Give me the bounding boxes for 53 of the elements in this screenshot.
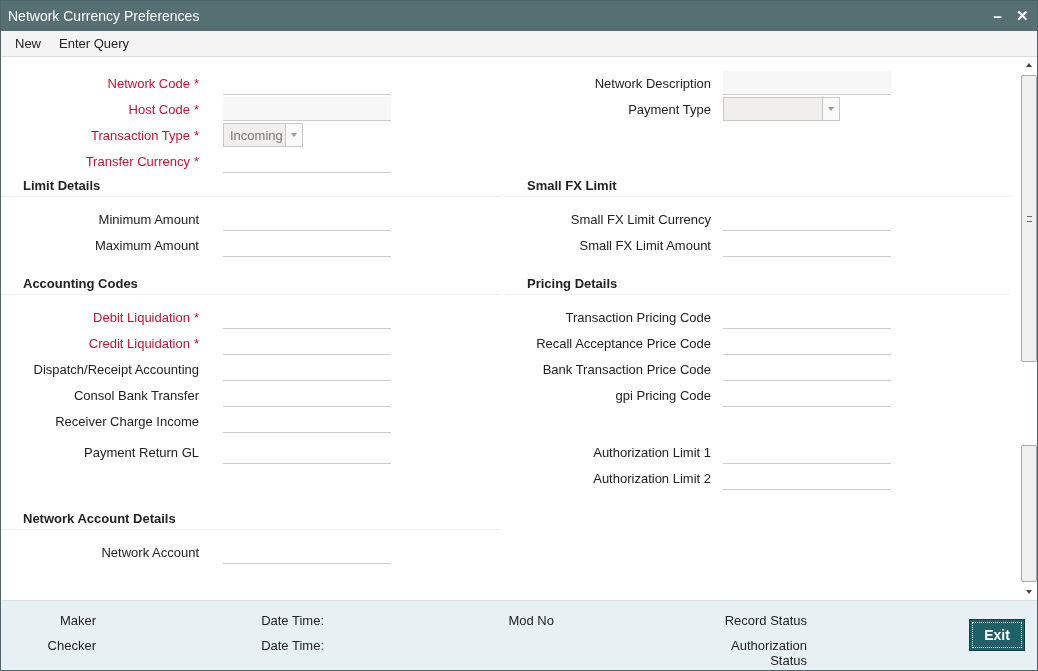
field-label: Host Code: [128, 101, 190, 117]
window-title: Network Currency Preferences: [8, 8, 200, 24]
dropdown[interactable]: [723, 97, 840, 121]
field-label: Bank Transaction Price Code: [542, 361, 711, 377]
field-label: Payment Type: [628, 101, 711, 117]
exit-button[interactable]: Exit: [969, 619, 1025, 651]
field-label: Debit Liquidation: [93, 309, 190, 325]
required-mark: *: [193, 127, 199, 143]
field-label: Consol Bank Transfer: [74, 387, 199, 403]
field-label: Maximum Amount: [94, 237, 199, 253]
field-label: Small FX Limit Currency: [570, 211, 711, 227]
menu-item[interactable]: New: [15, 36, 41, 51]
text-field[interactable]: [723, 71, 891, 95]
section-header: Pricing Details: [505, 276, 1010, 295]
field-label: Payment Return GL: [84, 444, 199, 460]
field-label: Authorization Limit 1: [593, 444, 711, 460]
required-mark: *: [193, 309, 199, 325]
field-label: Transfer Currency: [85, 153, 190, 169]
field-label: Transaction Pricing Code: [565, 309, 711, 325]
field-label: Small FX Limit Amount: [579, 237, 711, 253]
field-label: Dispatch/Receipt Accounting: [33, 361, 199, 377]
caret-icon: [291, 133, 297, 137]
footer-label: Checker: [46, 638, 96, 653]
menu-item[interactable]: Enter Query: [59, 36, 130, 51]
field-label: Credit Liquidation: [88, 335, 190, 351]
footer-label: Authorization Status: [730, 638, 807, 668]
footer-label: Date Time:: [260, 638, 324, 653]
footer-label: Mod No: [507, 613, 554, 628]
required-mark: *: [193, 153, 199, 169]
footer-label: Date Time:: [260, 613, 324, 628]
section-header: Small FX Limit: [505, 178, 1010, 197]
footer-label: Maker: [58, 613, 96, 628]
field-label: Receiver Charge Income: [55, 413, 199, 429]
minimize-button[interactable]: −: [993, 7, 1002, 25]
field-label: Recall Acceptance Price Code: [536, 335, 711, 351]
required-mark: *: [193, 335, 199, 351]
field-label: Network Account: [101, 544, 199, 560]
field-label: Network Code: [107, 75, 190, 91]
close-button[interactable]: ✕: [1016, 7, 1029, 25]
required-mark: *: [193, 75, 199, 91]
field-label: gpi Pricing Code: [615, 387, 711, 403]
text-field[interactable]: [223, 97, 391, 121]
section-header: Network Account Details: [1, 511, 501, 530]
field-label: Minimum Amount: [98, 211, 199, 227]
field-label: Transaction Type: [90, 127, 190, 143]
required-mark: *: [193, 101, 199, 117]
section-header: Limit Details: [1, 178, 501, 197]
field-label: Authorization Limit 2: [593, 470, 711, 486]
section-header: Accounting Codes: [1, 276, 501, 295]
footer-label: Record Status: [723, 613, 807, 628]
caret-icon: [828, 107, 834, 111]
field-label: Network Description: [594, 75, 711, 91]
dropdown[interactable]: Incoming: [223, 123, 303, 147]
